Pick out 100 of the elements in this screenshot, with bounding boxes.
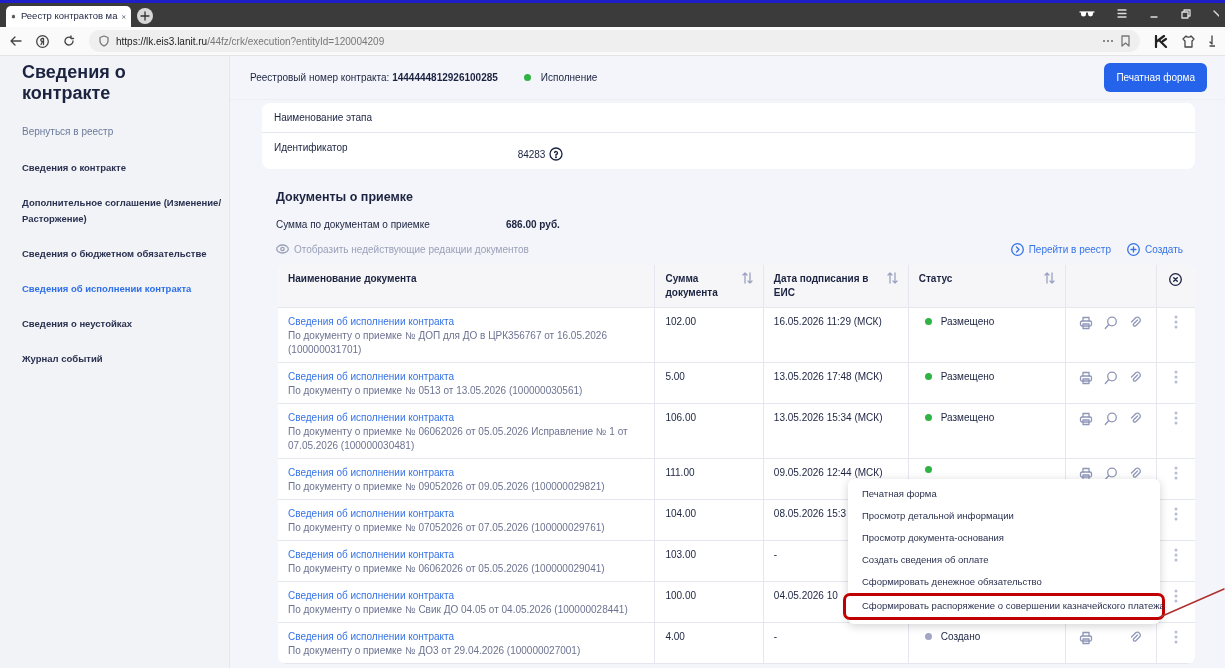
document-link[interactable]: Сведения об исполнении контракта xyxy=(288,465,645,480)
menu-icon[interactable] xyxy=(1117,9,1127,18)
page-title: Сведения о контракте xyxy=(22,62,127,104)
address-bar[interactable]: https://lk.eis3.lanit.ru/44fz/crk/execution?entityId=120004209 xyxy=(89,30,1140,52)
magnifier-icon[interactable] xyxy=(1103,466,1118,481)
restore-icon[interactable] xyxy=(1181,8,1191,19)
printer-icon[interactable] xyxy=(1078,411,1093,426)
document-link[interactable]: Сведения об исполнении контракта xyxy=(288,369,645,384)
menu-item[interactable]: Печатная форма xyxy=(848,483,1160,505)
amount-cell: 5.00 xyxy=(654,362,764,404)
help-icon[interactable] xyxy=(549,147,564,161)
back-link[interactable]: Вернуться в реестр xyxy=(22,124,225,139)
bookmark-icon[interactable] xyxy=(1121,35,1130,47)
sort-icon[interactable] xyxy=(741,271,753,284)
document-link[interactable]: Сведения об исполнении контракта xyxy=(288,629,645,644)
sidebar-item[interactable]: Сведения о неустойках xyxy=(22,316,222,332)
registry-number: Реестровый номер контракта: 1444444812926100285 xyxy=(250,71,498,85)
sidebar-item[interactable]: Сведения о контракте xyxy=(22,160,222,176)
document-link[interactable]: Сведения об исполнении контракта xyxy=(288,506,645,521)
section-title: Документы о приемке xyxy=(276,189,414,206)
sidebar-item[interactable]: Журнал событий xyxy=(22,351,222,367)
paperclip-icon[interactable] xyxy=(1128,466,1143,481)
kebab-menu-icon[interactable] xyxy=(1173,548,1178,563)
amount-cell: 102.00 xyxy=(654,307,764,363)
printer-icon[interactable] xyxy=(1078,315,1093,330)
menu-item[interactable]: Создать сведения об оплате xyxy=(848,549,1160,571)
field-label: Идентификатор xyxy=(274,141,348,155)
document-description: По документу о приемке № 0513 от 13.05.2026 (100000030561) xyxy=(288,383,584,398)
sidebar-item[interactable]: Сведения о бюджетном обязательстве xyxy=(22,246,222,262)
plus-icon xyxy=(140,11,150,21)
date-text: 04.05.2026 10 xyxy=(773,589,838,601)
extension-icon[interactable] xyxy=(1154,34,1168,48)
amount-cell: 103.00 xyxy=(654,540,764,582)
document-description: По документу о приемке № 07052026 от 07.05.2026 (100000029761) xyxy=(288,520,606,535)
kebab-menu-icon[interactable] xyxy=(1173,466,1178,481)
date-text: 09.05.2026 12:44 (МСК) xyxy=(773,466,883,478)
date-text: 13.05.2026 15:34 (МСК) xyxy=(773,411,883,423)
sort-icon[interactable] xyxy=(886,271,898,284)
magnifier-icon[interactable] xyxy=(1103,370,1118,385)
paperclip-icon[interactable] xyxy=(1128,411,1143,426)
kebab-menu-icon[interactable] xyxy=(1173,507,1178,522)
more-icon[interactable] xyxy=(1102,39,1114,43)
kebab-menu-icon[interactable] xyxy=(1173,411,1178,426)
sum-label: Сумма по документам о приемке xyxy=(276,217,431,232)
browser-tab[interactable]: Реестр контрактов ма xyxy=(6,6,131,27)
eye-icon[interactable] xyxy=(276,244,289,255)
menu-item[interactable]: Просмотр документа-основания xyxy=(848,527,1160,549)
close-circle-icon[interactable] xyxy=(1169,272,1183,286)
tab-title: Реестр контрактов ма xyxy=(20,9,118,24)
chevron-circle-icon[interactable] xyxy=(1010,242,1024,256)
magnifier-icon[interactable] xyxy=(1103,411,1118,426)
plus-circle-icon[interactable] xyxy=(1127,242,1140,256)
column-header: Дата подписания в ЕИС xyxy=(773,271,870,300)
document-link[interactable]: Сведения об исполнении контракта xyxy=(288,314,645,329)
date-text: 13.05.2026 17:48 (МСК) xyxy=(773,370,883,382)
contract-status: Исполнение xyxy=(540,71,598,85)
date-text: 16.05.2026 11:29 (МСК) xyxy=(773,315,882,327)
paperclip-icon[interactable] xyxy=(1128,370,1143,385)
status-text: Размещено xyxy=(940,410,995,425)
document-description: По документу о приемке № ДОП для ДО в ЦРК356767 от 16.05.2026 (100000031701) xyxy=(288,328,608,357)
registry-link[interactable]: Перейти в реестр xyxy=(1028,241,1111,257)
yandex-logo-icon[interactable] xyxy=(36,34,49,48)
magnifier-icon[interactable] xyxy=(1103,315,1118,330)
print-form-button[interactable]: Печатная форма xyxy=(1104,63,1207,92)
kebab-menu-icon[interactable] xyxy=(1173,630,1178,645)
field-label: Наименование этапа xyxy=(274,111,372,125)
sidebar-item[interactable]: Сведения об исполнении контракта xyxy=(22,281,222,297)
reload-icon[interactable] xyxy=(63,35,75,47)
download-icon[interactable] xyxy=(1209,35,1215,47)
status-text: Размещено xyxy=(940,369,995,384)
date-text: - xyxy=(773,630,778,642)
glasses-icon[interactable] xyxy=(1079,9,1095,18)
column-header: Наименование документа xyxy=(288,271,417,286)
url-text: https://lk.eis3.lanit.ru/44fz/crk/execution?entityId=120004209 xyxy=(116,34,385,49)
printer-icon[interactable] xyxy=(1078,370,1093,385)
kebab-menu-icon[interactable] xyxy=(1173,315,1178,330)
amount-cell: 106.00 xyxy=(654,403,764,459)
new-tab-button[interactable] xyxy=(137,8,153,24)
sort-icon[interactable] xyxy=(1043,271,1055,284)
field-value: 84283 xyxy=(517,147,546,162)
kebab-menu-icon[interactable] xyxy=(1173,589,1178,604)
sidebar-item[interactable]: Дополнительное соглашение (Изменение/Расторжение) xyxy=(22,195,222,227)
kebab-menu-icon[interactable] xyxy=(1173,370,1178,385)
shirt-icon[interactable] xyxy=(1182,34,1195,48)
menu-item[interactable]: Просмотр детальной информации xyxy=(848,505,1160,527)
printer-icon[interactable] xyxy=(1078,630,1093,645)
printer-icon[interactable] xyxy=(1078,466,1093,481)
menu-item[interactable]: Сформировать денежное обязательство xyxy=(848,571,1160,593)
document-link[interactable]: Сведения об исполнении контракта xyxy=(288,588,645,603)
amount-cell: 100.00 xyxy=(654,581,764,623)
column-header: Сумма документа xyxy=(665,271,719,300)
shield-icon xyxy=(99,35,109,47)
amount-cell: 4.00 xyxy=(654,622,764,664)
create-link[interactable]: Создать xyxy=(1145,241,1183,257)
back-icon[interactable] xyxy=(10,36,22,46)
paperclip-icon[interactable] xyxy=(1128,630,1143,645)
column-header: Статус xyxy=(918,271,953,286)
paperclip-icon[interactable] xyxy=(1128,315,1143,330)
document-link[interactable]: Сведения об исполнении контракта xyxy=(288,410,645,425)
document-link[interactable]: Сведения об исполнении контракта xyxy=(288,547,645,562)
